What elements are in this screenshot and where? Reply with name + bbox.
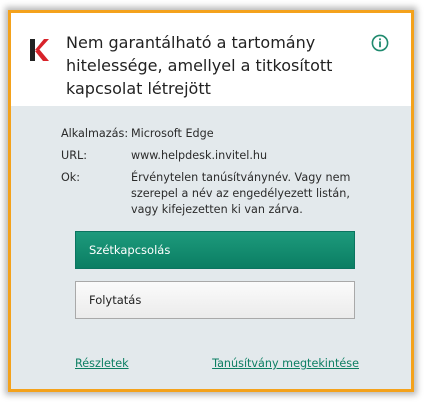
details-link[interactable]: Részletek — [75, 357, 129, 370]
info-icon[interactable] — [371, 34, 389, 52]
reason-value: Érvénytelen tanúsítványnév. Vagy nem sze… — [131, 171, 351, 216]
dialog-header: Nem garantálható a tartomány hitelessége… — [11, 13, 411, 106]
application-value: Microsoft Edge — [131, 127, 214, 140]
url-label: URL: — [61, 149, 87, 162]
url-row: URL: www.helpdesk.invitel.hu — [61, 148, 361, 164]
reason-label: Ok: — [61, 171, 81, 184]
disconnect-button-label: Szétkapcsolás — [89, 243, 171, 257]
certificate-warning-dialog: Nem garantálható a tartomány hitelessége… — [11, 13, 411, 389]
reason-row: Ok: Érvénytelen tanúsítványnév. Vagy nem… — [61, 170, 361, 218]
continue-button-label: Folytatás — [89, 293, 142, 307]
dialog-title: Nem garantálható a tartomány hitelessége… — [66, 33, 333, 98]
kaspersky-logo-icon — [30, 39, 49, 61]
application-label: Alkalmazás: — [61, 127, 129, 140]
continue-button[interactable]: Folytatás — [75, 281, 355, 319]
details-section: Alkalmazás: Microsoft Edge URL: www.help… — [61, 126, 361, 224]
dialog-frame: Nem garantálható a tartomány hitelessége… — [8, 10, 414, 392]
url-value: www.helpdesk.invitel.hu — [131, 149, 268, 162]
application-row: Alkalmazás: Microsoft Edge — [61, 126, 361, 142]
view-certificate-link[interactable]: Tanúsítvány megtekintése — [212, 357, 359, 370]
disconnect-button[interactable]: Szétkapcsolás — [75, 231, 355, 269]
